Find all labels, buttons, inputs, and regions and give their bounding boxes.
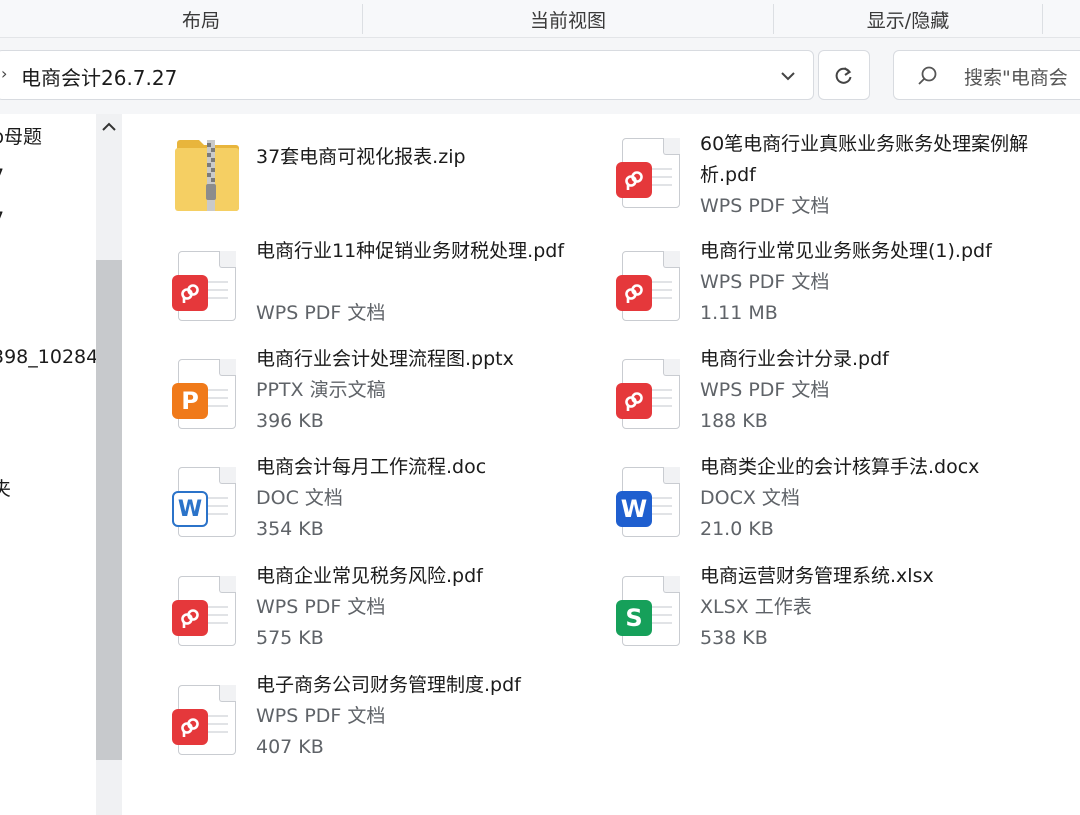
wps-pdf-icon <box>172 572 244 650</box>
wps-pdf-icon <box>172 681 244 759</box>
breadcrumb-chevron-icon[interactable]: › <box>1 64 7 83</box>
xlsx-icon: S <box>616 572 688 650</box>
file-type: DOCX 文档 <box>700 487 800 509</box>
doc-icon: W <box>172 463 244 541</box>
file-item[interactable]: P 电商行业会计处理流程图.pptx PPTX 演示文稿 396 KB <box>172 348 612 459</box>
file-size: 354 KB <box>256 518 324 540</box>
file-type: WPS PDF 文档 <box>256 705 386 727</box>
refresh-icon <box>835 67 852 84</box>
address-path: 电商会计26.7.27 <box>21 66 178 90</box>
file-name: 电子商务公司财务管理制度.pdf <box>256 674 521 696</box>
file-item[interactable]: 电商行业会计分录.pdf WPS PDF 文档 188 KB <box>616 348 1056 459</box>
file-item[interactable]: W 电商会计每月工作流程.doc DOC 文档 354 KB <box>172 456 612 567</box>
file-size: 407 KB <box>256 736 324 758</box>
refresh-button[interactable] <box>818 50 870 100</box>
chevron-down-icon[interactable] <box>777 65 799 87</box>
nav-item[interactable]: p母题 <box>0 122 42 149</box>
ribbon-bar: 布局 当前视图 显示/隐藏 <box>0 0 1080 38</box>
scroll-up-arrow-icon[interactable] <box>101 120 117 134</box>
file-size: 575 KB <box>256 627 324 649</box>
file-name: 37套电商可视化报表.zip <box>256 146 466 168</box>
file-size: 396 KB <box>256 410 324 432</box>
file-name: 60笔电商行业真账业务账务处理案例解析.pdf <box>700 133 1029 186</box>
search-icon <box>918 66 937 85</box>
file-name: 电商行业11种促销业务财税处理.pdf <box>256 240 565 262</box>
file-item[interactable]: 37套电商可视化报表.zip <box>172 134 612 238</box>
nav-item[interactable]: 7 <box>0 208 4 230</box>
ribbon-group-show-hide[interactable]: 显示/隐藏 <box>774 0 1042 38</box>
file-name: 电商运营财务管理系统.xlsx <box>700 565 934 587</box>
ribbon-group-layout[interactable]: 布局 <box>40 0 362 38</box>
file-item[interactable]: 电商行业常见业务账务处理(1).pdf WPS PDF 文档 1.11 MB <box>616 240 1056 351</box>
file-item[interactable]: 电商行业11种促销业务财税处理.pdf WPS PDF 文档 <box>172 240 612 351</box>
file-type: WPS PDF 文档 <box>256 302 386 324</box>
nav-scrollbar[interactable] <box>96 114 122 815</box>
ribbon-group-current-view[interactable]: 当前视图 <box>363 0 773 38</box>
file-type: DOC 文档 <box>256 487 343 509</box>
file-name: 电商会计每月工作流程.doc <box>256 456 487 478</box>
file-size: 188 KB <box>700 410 768 432</box>
file-name: 电商类企业的会计核算手法.docx <box>700 456 980 478</box>
file-list: 37套电商可视化报表.zip 60笔电商行业真账业务账务处理案例解析.pdf W… <box>122 114 1080 815</box>
file-size: 538 KB <box>700 627 768 649</box>
file-item[interactable]: 电商企业常见税务风险.pdf WPS PDF 文档 575 KB <box>172 565 612 676</box>
file-name: 电商行业会计处理流程图.pptx <box>256 348 514 370</box>
file-item[interactable]: S 电商运营财务管理系统.xlsx XLSX 工作表 538 KB <box>616 565 1056 676</box>
file-type: PPTX 演示文稿 <box>256 379 386 401</box>
navigation-pane: p母题 7 7 398_10284 夹 <box>0 114 96 815</box>
scroll-thumb[interactable] <box>96 260 122 760</box>
ribbon-separator <box>1042 4 1043 34</box>
address-bar[interactable]: › 电商会计26.7.27 <box>0 50 814 100</box>
docx-icon: W <box>616 463 688 541</box>
file-type: WPS PDF 文档 <box>700 379 830 401</box>
file-item[interactable]: 60笔电商行业真账业务账务处理案例解析.pdf WPS PDF 文档 <box>616 133 1056 238</box>
file-size: 21.0 KB <box>700 518 774 540</box>
search-box[interactable]: 搜索"电商会 <box>893 50 1080 100</box>
file-type: XLSX 工作表 <box>700 596 812 618</box>
file-type: WPS PDF 文档 <box>256 596 386 618</box>
pptx-icon: P <box>172 355 244 433</box>
wps-pdf-icon <box>616 355 688 433</box>
file-name: 电商行业常见业务账务处理(1).pdf <box>700 240 992 262</box>
file-name: 电商企业常见税务风险.pdf <box>256 565 483 587</box>
nav-item[interactable]: 夹 <box>0 474 11 501</box>
file-item[interactable]: W 电商类企业的会计核算手法.docx DOCX 文档 21.0 KB <box>616 456 1056 567</box>
file-type: WPS PDF 文档 <box>700 195 830 217</box>
nav-item[interactable]: 7 <box>0 165 4 187</box>
zip-folder-icon <box>175 140 239 211</box>
file-name: 电商行业会计分录.pdf <box>700 348 889 370</box>
address-row: › 电商会计26.7.27 搜索"电商会 <box>0 38 1080 114</box>
wps-pdf-icon <box>616 134 688 212</box>
wps-pdf-icon <box>616 247 688 325</box>
nav-item[interactable]: 398_10284 <box>0 346 96 368</box>
file-size: 1.11 MB <box>700 302 778 324</box>
file-item[interactable]: 电子商务公司财务管理制度.pdf WPS PDF 文档 407 KB <box>172 674 612 785</box>
wps-pdf-icon <box>172 247 244 325</box>
file-type: WPS PDF 文档 <box>700 271 830 293</box>
search-input[interactable]: 搜索"电商会 <box>964 63 1068 90</box>
